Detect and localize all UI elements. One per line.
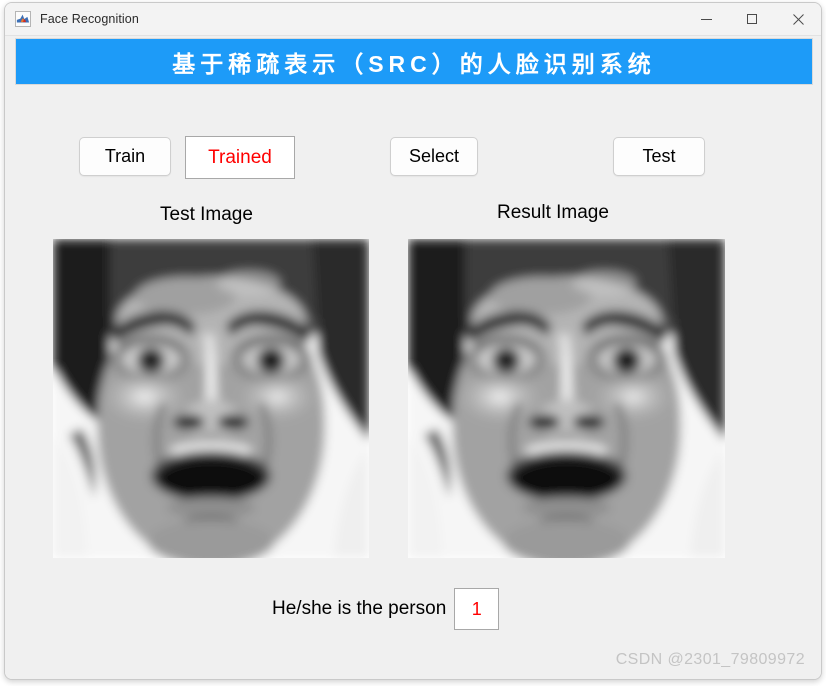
watermark-text: CSDN @2301_79809972: [615, 651, 805, 668]
header-banner: 基于稀疏表示（SRC）的人脸识别系统: [15, 38, 813, 85]
trained-status-badge: Trained: [185, 136, 295, 179]
maximize-icon[interactable]: [729, 3, 775, 36]
header-banner-title: 基于稀疏表示（SRC）的人脸识别系统: [172, 50, 656, 77]
matlab-icon: [15, 11, 31, 27]
application-window: Face Recognition 基于稀疏表示（SRC）的人脸识别系统 Trai…: [4, 2, 822, 680]
train-button[interactable]: Train: [79, 137, 171, 176]
figure-content: 基于稀疏表示（SRC）的人脸识别系统 Train Trained Select …: [5, 36, 821, 679]
test-image-label: Test Image: [160, 204, 253, 225]
test-button[interactable]: Test: [613, 137, 705, 176]
result-face-image: [408, 239, 725, 558]
window-title: Face Recognition: [40, 12, 139, 26]
test-face-image: [53, 239, 369, 558]
recognition-result-label: He/she is the person: [272, 598, 447, 619]
recognition-result-value: 1: [454, 588, 500, 630]
result-image-label: Result Image: [497, 202, 609, 223]
test-image-axes: [53, 239, 369, 558]
screenshot-root: Face Recognition 基于稀疏表示（SRC）的人脸识别系统 Trai…: [0, 0, 826, 686]
title-bar: Face Recognition: [5, 3, 821, 36]
close-icon[interactable]: [775, 3, 821, 36]
select-button[interactable]: Select: [390, 137, 478, 176]
recognition-result: He/she is the person 1: [272, 588, 500, 630]
window-controls: [683, 3, 821, 36]
minimize-icon[interactable]: [683, 3, 729, 36]
result-image-axes: [408, 239, 725, 558]
